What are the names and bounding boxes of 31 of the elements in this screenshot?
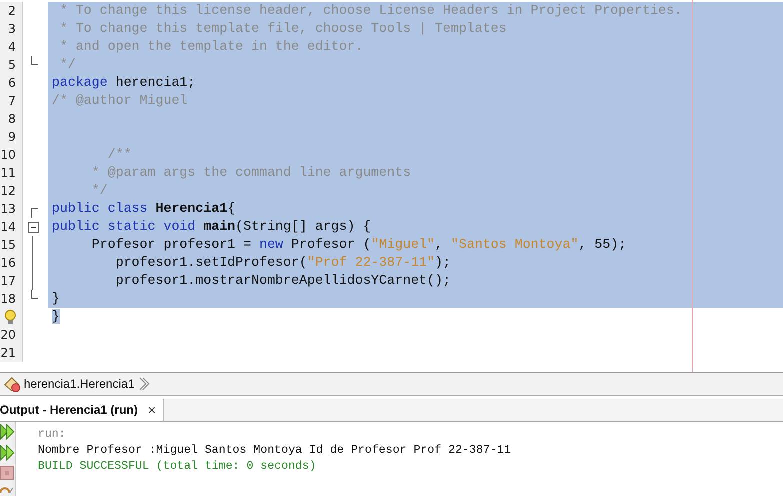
line-number: 13: [0, 200, 23, 218]
line-number: 9: [0, 128, 23, 146]
line-number: 3: [0, 20, 23, 38]
line-number: 8: [0, 110, 23, 128]
output-line: run:: [38, 427, 67, 443]
class-icon: [3, 376, 21, 392]
close-button[interactable]: ×: [148, 402, 156, 418]
line-number: 7: [0, 92, 23, 110]
output-tab[interactable]: Output - Herencia1 (run) ×: [0, 399, 164, 421]
output-line: Nombre Profesor :Miguel Santos Montoya Id de Profesor Prof 22-387-11: [38, 443, 512, 459]
line-number: 20: [0, 326, 23, 344]
line-number: 16: [0, 254, 23, 272]
line-number: 14: [0, 218, 23, 236]
line-number: 10: [0, 146, 23, 164]
line-number: 17: [0, 272, 23, 290]
rerun-icon[interactable]: [0, 424, 15, 440]
lightbulb-icon[interactable]: [5, 310, 16, 324]
line-number: 11: [0, 164, 23, 182]
line-number: 5: [0, 56, 23, 74]
line-number: 6: [0, 74, 23, 92]
breadcrumb[interactable]: herencia1.Herencia1: [24, 377, 135, 391]
line-number: 12: [0, 182, 23, 200]
line-number: 2: [0, 2, 23, 20]
line-number: 4: [0, 38, 23, 56]
chevron-icon: [138, 376, 150, 392]
run-again-icon[interactable]: [0, 445, 15, 461]
output-line: BUILD SUCCESSFUL (total time: 0 seconds): [38, 459, 318, 475]
line-number: 21: [0, 344, 23, 362]
line-number: 18: [0, 290, 23, 308]
line-number: 15: [0, 236, 23, 254]
collapse-icon[interactable]: [28, 222, 39, 232]
